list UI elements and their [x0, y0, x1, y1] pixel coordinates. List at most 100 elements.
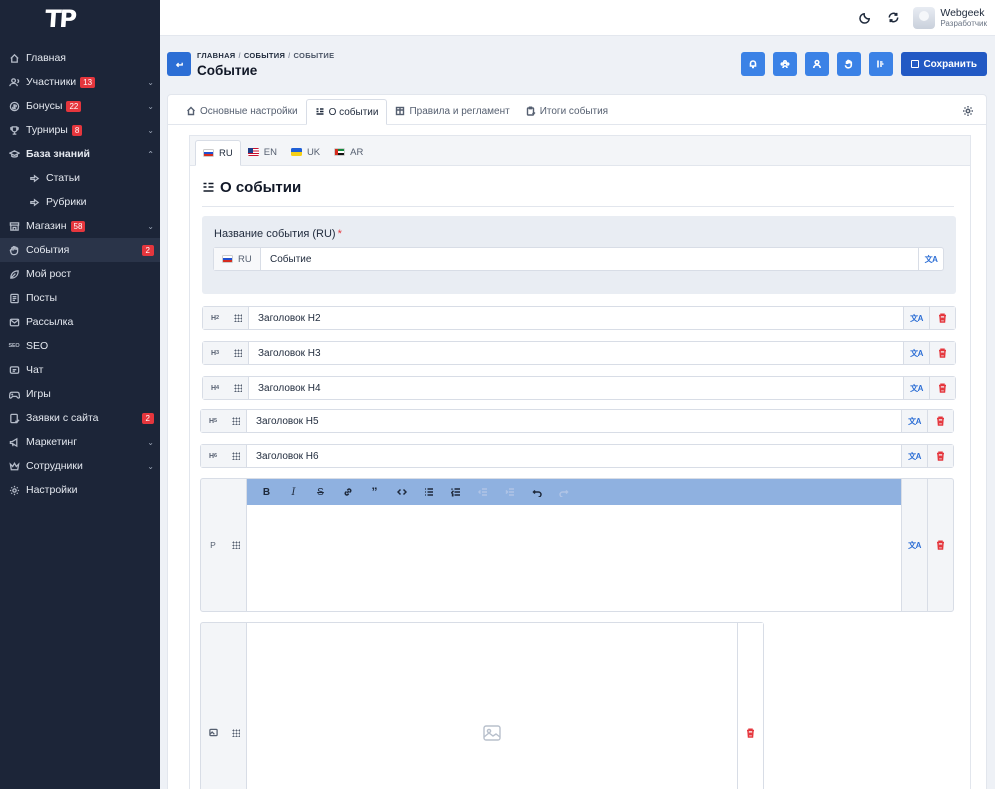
avatar	[913, 6, 936, 29]
refresh-icon[interactable]	[885, 10, 901, 26]
sidebar-item-members[interactable]: Участники 13 ⌄	[0, 70, 160, 94]
sidebar-item-knowledge-base[interactable]: База знаний ⌃	[0, 142, 160, 166]
bold-icon[interactable]: B	[253, 487, 280, 498]
sidebar-item-shop[interactable]: Магазин 58 ⌄	[0, 214, 160, 238]
sidebar-item-staff[interactable]: Сотрудники ⌄	[0, 454, 160, 478]
image-placeholder-icon	[483, 724, 501, 741]
translate-button[interactable]: 文A	[901, 445, 927, 467]
count-badge: 2	[141, 412, 154, 424]
breadcrumb-home[interactable]: ГЛАВНАЯ	[197, 51, 235, 60]
sidebar-item-games[interactable]: Игры	[0, 382, 160, 406]
strikethrough-icon[interactable]: S	[307, 487, 334, 498]
page-title: Событие	[197, 63, 258, 78]
users-icon	[8, 76, 20, 88]
sidebar-item-mailing[interactable]: Рассылка	[0, 310, 160, 334]
sidebar-item-label: Чат	[26, 364, 44, 376]
delete-button[interactable]	[927, 410, 953, 432]
save-button[interactable]: Сохранить	[901, 52, 987, 76]
count-badge: 13	[80, 76, 96, 88]
delete-button[interactable]	[927, 445, 953, 467]
back-button[interactable]	[167, 52, 191, 76]
trophy-icon	[8, 124, 20, 136]
sidebar-item-bonuses[interactable]: Бонусы 22 ⌄	[0, 94, 160, 118]
sidebar-item-site-requests[interactable]: Заявки с сайта 2	[0, 406, 160, 430]
tab-label: О событии	[328, 106, 379, 118]
tab-label: Правила и регламент	[409, 105, 510, 117]
sidebar-item-label: Рубрики	[46, 196, 87, 208]
user-icon	[813, 59, 822, 69]
delete-button[interactable]	[737, 623, 763, 789]
sidebar-item-label: Рассылка	[26, 316, 74, 328]
translate-button[interactable]: 文A	[901, 479, 927, 611]
chevron-down-icon: ⌄	[147, 101, 154, 111]
gamepad-icon	[8, 388, 20, 400]
image-block-icon	[201, 623, 225, 789]
notification-button[interactable]	[741, 52, 766, 76]
clipboard-icon	[526, 106, 536, 116]
tab-main-settings[interactable]: Основные настройки	[178, 98, 306, 124]
outdent-icon[interactable]	[469, 487, 496, 497]
megaphone-icon	[8, 436, 20, 448]
bullet-list-icon[interactable]	[415, 487, 442, 497]
user-menu[interactable]: Webgeek Разработчик	[913, 6, 987, 29]
indent-icon[interactable]	[496, 487, 523, 497]
arrow-right-icon	[28, 196, 40, 208]
tab-label: Основные настройки	[200, 105, 298, 117]
link-icon[interactable]	[334, 487, 361, 497]
block-tag: H5	[201, 410, 225, 432]
save-label: Сохранить	[923, 58, 977, 70]
user-button[interactable]	[805, 52, 830, 76]
export-icon	[877, 60, 884, 68]
heading-input[interactable]: Заголовок H5	[247, 410, 901, 432]
tab-rules[interactable]: Правила и регламент	[387, 98, 517, 124]
code-icon[interactable]	[388, 487, 415, 497]
sidebar-item-marketing[interactable]: Маркетинг ⌄	[0, 430, 160, 454]
hand-button[interactable]	[837, 52, 862, 76]
sidebar-subitem-rubrics[interactable]: Рубрики	[0, 190, 160, 214]
translate-button[interactable]: 文A	[901, 410, 927, 432]
posts-icon	[8, 292, 20, 304]
header-actions: Сохранить	[741, 52, 987, 76]
undo-icon[interactable]	[523, 487, 550, 497]
sidebar-item-settings[interactable]: Настройки	[0, 478, 160, 502]
drag-handle-icon[interactable]	[225, 410, 247, 432]
trash-icon	[936, 540, 946, 550]
image-dropzone[interactable]	[247, 623, 737, 789]
heading-input[interactable]: Заголовок H6	[247, 445, 901, 467]
floppy-icon	[911, 60, 920, 68]
italic-icon[interactable]: I	[280, 487, 307, 498]
drag-handle-icon[interactable]	[225, 623, 247, 789]
moon-icon[interactable]	[857, 10, 873, 26]
sidebar-item-events[interactable]: События 2	[0, 238, 160, 262]
gear-icon	[8, 484, 20, 496]
sidebar-subitem-articles[interactable]: Статьи	[0, 166, 160, 190]
sidebar-item-label: Посты	[26, 292, 57, 304]
sidebar-item-chat[interactable]: Чат	[0, 358, 160, 382]
breadcrumb-events[interactable]: СОБЫТИЯ	[244, 51, 285, 60]
book-icon	[395, 106, 405, 116]
participants-button[interactable]	[773, 52, 798, 76]
back-arrow-icon	[175, 62, 183, 67]
logo[interactable]: TP	[0, 0, 160, 38]
redo-icon[interactable]	[550, 487, 577, 497]
gear-icon[interactable]	[962, 105, 974, 117]
drag-handle-icon[interactable]	[225, 479, 247, 611]
ordered-list-icon[interactable]	[442, 487, 469, 497]
delete-button[interactable]	[927, 479, 953, 611]
sidebar-item-posts[interactable]: Посты	[0, 286, 160, 310]
sidebar-item-growth[interactable]: Мой рост	[0, 262, 160, 286]
bell-icon	[750, 60, 757, 69]
sidebar-item-seo[interactable]: SEO SEO	[0, 334, 160, 358]
tab-results[interactable]: Итоги события	[518, 98, 616, 124]
sidebar-item-tournaments[interactable]: Турниры 8 ⌄	[0, 118, 160, 142]
tab-label: Итоги события	[539, 105, 609, 117]
block-row-image	[200, 622, 764, 789]
rich-text-editor[interactable]: B I S ”	[247, 479, 901, 611]
sidebar-item-home[interactable]: Главная	[0, 46, 160, 70]
quote-icon[interactable]: ”	[361, 485, 388, 499]
export-button[interactable]	[869, 52, 894, 76]
trash-icon	[936, 451, 946, 461]
tab-about-event[interactable]: О событии	[305, 99, 388, 125]
requests-icon	[8, 412, 20, 424]
drag-handle-icon[interactable]	[225, 445, 247, 467]
